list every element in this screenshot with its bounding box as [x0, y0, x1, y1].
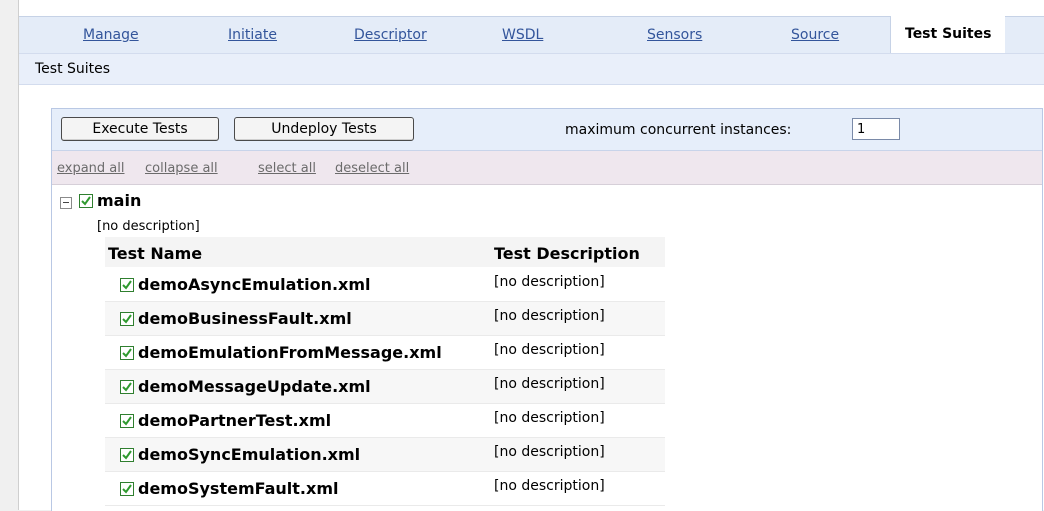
test-description: [no description] [494, 478, 605, 494]
test-name: demoBusinessFault.xml [138, 309, 352, 328]
test-checkbox[interactable] [120, 278, 134, 292]
checkmark-icon [122, 314, 132, 324]
tab-test-suites[interactable]: Test Suites [890, 16, 1006, 53]
checkmark-icon [122, 416, 132, 426]
table-row: demoSyncEmulation.xml [no description] [105, 438, 665, 472]
undeploy-tests-button[interactable]: Undeploy Tests [234, 117, 414, 141]
page: Manage Initiate Descriptor WSDL Sensors … [18, 0, 1044, 511]
test-checkbox[interactable] [120, 448, 134, 462]
checkmark-icon [122, 450, 132, 460]
test-name: demoSyncEmulation.xml [138, 445, 361, 464]
table-row: demoPartnerTest.xml [no description] [105, 404, 665, 438]
execute-tests-button[interactable]: Execute Tests [61, 117, 219, 141]
test-checkbox[interactable] [120, 414, 134, 428]
suite-description: [no description] [97, 219, 200, 234]
select-all-link[interactable]: select all [258, 161, 316, 176]
collapse-all-link[interactable]: collapse all [145, 161, 218, 176]
test-name: demoSystemFault.xml [138, 479, 339, 498]
selection-links: expand all collapse all select all desel… [52, 151, 1042, 185]
test-description: [no description] [494, 410, 605, 426]
test-table-header: Test Name Test Description [105, 237, 665, 267]
checkmark-icon [122, 348, 132, 358]
deselect-all-link[interactable]: deselect all [335, 161, 409, 176]
tab-bar: Manage Initiate Descriptor WSDL Sensors … [19, 16, 1044, 53]
table-row: demoSystemFault.xml [no description] [105, 472, 665, 506]
page-title: Test Suites [35, 61, 111, 77]
test-name: demoEmulationFromMessage.xml [138, 343, 442, 362]
test-checkbox[interactable] [120, 380, 134, 394]
test-checkbox[interactable] [120, 346, 134, 360]
test-checkbox[interactable] [120, 482, 134, 496]
col-test-name: Test Name [108, 244, 203, 263]
expand-all-link[interactable]: expand all [57, 161, 125, 176]
test-name: demoPartnerTest.xml [138, 411, 332, 430]
tab-source[interactable]: Source [791, 17, 839, 53]
checkmark-icon [122, 280, 132, 290]
tab-descriptor[interactable]: Descriptor [354, 17, 427, 53]
checkmark-icon [122, 484, 132, 494]
tab-initiate[interactable]: Initiate [228, 17, 277, 53]
max-instances-label: maximum concurrent instances: [565, 122, 792, 138]
table-row: demoBusinessFault.xml [no description] [105, 302, 665, 336]
checkmark-icon [122, 382, 132, 392]
test-checkbox[interactable] [120, 312, 134, 326]
test-description: [no description] [494, 376, 605, 392]
tab-manage[interactable]: Manage [83, 17, 139, 53]
checkmark-icon [81, 196, 91, 206]
test-description: [no description] [494, 308, 605, 324]
collapse-tree-icon[interactable] [60, 197, 72, 209]
test-name: demoAsyncEmulation.xml [138, 275, 371, 294]
table-row: demoEmulationFromMessage.xml [no descrip… [105, 336, 665, 370]
test-description: [no description] [494, 274, 605, 290]
table-row: demoMessageUpdate.xml [no description] [105, 370, 665, 404]
max-instances-input[interactable] [852, 118, 900, 140]
test-description: [no description] [494, 342, 605, 358]
test-suite-panel: Execute Tests Undeploy Tests maximum con… [51, 108, 1043, 511]
breadcrumb: Test Suites [19, 53, 1044, 85]
tab-sensors[interactable]: Sensors [647, 17, 702, 53]
suite-name: main [97, 191, 142, 210]
test-description: [no description] [494, 444, 605, 460]
test-name: demoMessageUpdate.xml [138, 377, 371, 396]
table-row: demoAsyncEmulation.xml [no description] [105, 268, 665, 302]
col-test-description: Test Description [494, 244, 640, 263]
toolbar: Execute Tests Undeploy Tests maximum con… [52, 109, 1042, 151]
tab-wsdl[interactable]: WSDL [502, 17, 543, 53]
suite-checkbox[interactable] [79, 194, 93, 208]
